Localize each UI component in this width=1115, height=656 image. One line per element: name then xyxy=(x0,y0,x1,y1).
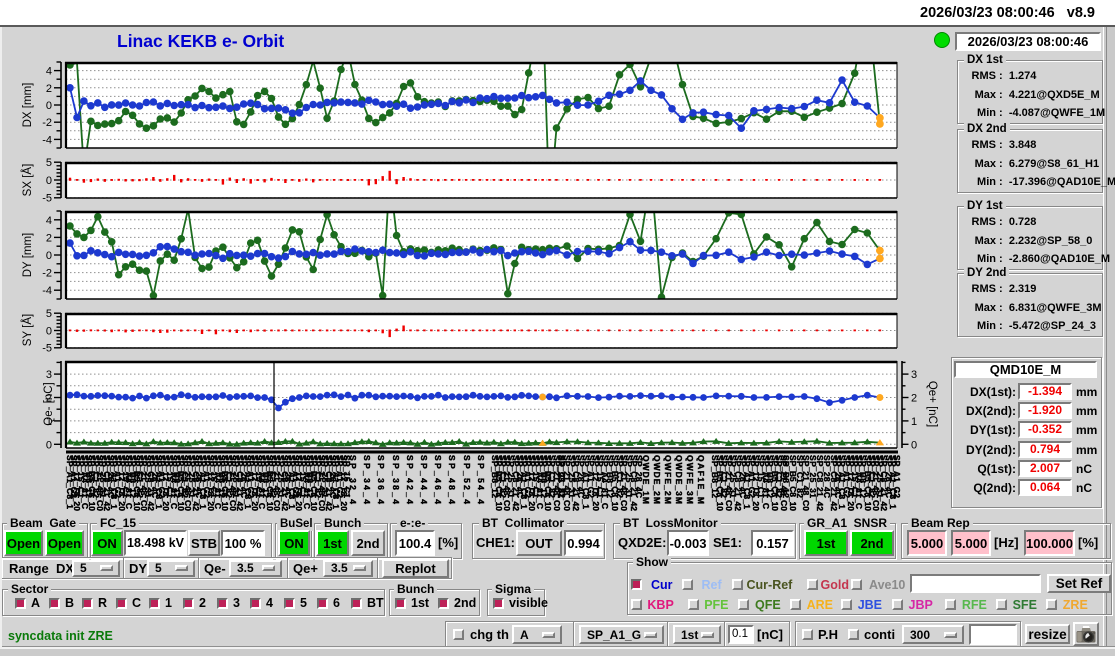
svg-text:-2: -2 xyxy=(42,268,52,280)
svg-text:DY [mm]: DY [mm] xyxy=(22,233,34,278)
svg-text:0: 0 xyxy=(46,175,52,187)
svg-text:SP_48_4: SP_48_4 xyxy=(447,455,457,504)
svg-text:-4: -4 xyxy=(42,134,52,146)
svg-text:1: 1 xyxy=(911,416,917,428)
svg-text:SP_54_4: SP_54_4 xyxy=(476,455,486,504)
svg-text:SP_36_4: SP_36_4 xyxy=(376,455,386,504)
svg-text:Qe+ [nC]: Qe+ [nC] xyxy=(926,381,938,427)
svg-text:4: 4 xyxy=(46,215,52,227)
svg-text:SP_44_4: SP_44_4 xyxy=(419,455,429,504)
svg-text:0: 0 xyxy=(46,250,52,262)
svg-text:2: 2 xyxy=(46,83,52,95)
svg-text:SY [Å]: SY [Å] xyxy=(21,314,34,346)
svg-text:0: 0 xyxy=(46,100,52,112)
svg-text:QWFE_2M: QWFE_2M xyxy=(663,455,673,504)
svg-text:2: 2 xyxy=(46,232,52,244)
svg-text:2: 2 xyxy=(911,393,917,405)
svg-text:4: 4 xyxy=(46,66,52,78)
svg-text:0: 0 xyxy=(911,439,917,451)
svg-text:DX [mm]: DX [mm] xyxy=(22,83,34,128)
svg-text:5: 5 xyxy=(46,157,52,169)
svg-text:SP_34_4: SP_34_4 xyxy=(362,455,372,504)
svg-text:SP_38_4: SP_38_4 xyxy=(391,455,401,504)
svg-text:QWFE_3M: QWFE_3M xyxy=(685,455,695,504)
svg-text:SP_52_4: SP_52_4 xyxy=(462,455,472,504)
svg-text:SP_A1_G2: SP_A1_G2 xyxy=(892,455,902,498)
svg-text:0: 0 xyxy=(46,439,52,451)
svg-text:3: 3 xyxy=(911,369,917,381)
svg-text:-5: -5 xyxy=(42,193,52,205)
svg-text:QWDE_1M: QWDE_1M xyxy=(641,455,651,504)
svg-text:QAF1E_M: QAF1E_M xyxy=(696,455,706,504)
svg-text:QWDE_2M: QWDE_2M xyxy=(652,455,662,504)
svg-text:3: 3 xyxy=(46,369,52,381)
svg-text:SP_42_4: SP_42_4 xyxy=(405,455,415,504)
svg-text:Qe- [nC]: Qe- [nC] xyxy=(43,382,55,425)
svg-text:5: 5 xyxy=(46,308,52,320)
svg-text:SP_46_4: SP_46_4 xyxy=(433,455,443,504)
svg-text:-5: -5 xyxy=(42,343,52,355)
svg-text:0: 0 xyxy=(46,326,52,338)
svg-text:-2: -2 xyxy=(42,117,52,129)
svg-text:SP_32_4: SP_32_4 xyxy=(348,455,358,504)
svg-text:-4: -4 xyxy=(42,285,52,297)
svg-text:QWDE_3M: QWDE_3M xyxy=(674,455,684,504)
svg-text:SX [Å]: SX [Å] xyxy=(21,164,34,197)
